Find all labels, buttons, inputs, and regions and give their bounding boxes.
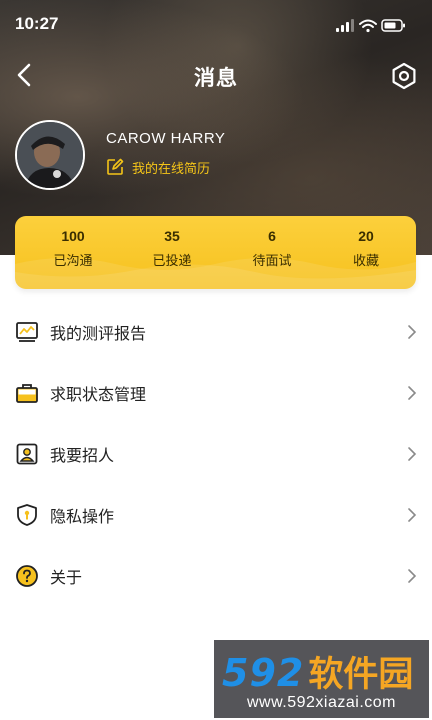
- settings-menu: 我的测评报告 求职状态管理 我要招人 隐私操作 关于: [0, 301, 432, 606]
- menu-item-recruit[interactable]: 我要招人: [0, 423, 432, 484]
- stat-interviews-value: 6: [268, 228, 276, 244]
- stat-favorites-value: 20: [358, 228, 374, 244]
- watermark-number: 592: [222, 651, 305, 695]
- status-indicators: [336, 19, 405, 33]
- chevron-right-icon: [408, 569, 417, 583]
- stat-contacted-label: 已沟通: [53, 254, 93, 269]
- stat-favorites-label: 收藏: [352, 254, 379, 269]
- stat-delivered[interactable]: 35 已投递: [122, 228, 222, 269]
- chevron-right-icon: [408, 325, 417, 339]
- chevron-right-icon: [408, 508, 417, 522]
- shield-icon: [17, 504, 37, 526]
- question-icon: [16, 565, 38, 587]
- online-resume-link[interactable]: 我的在线简历: [106, 157, 306, 177]
- chevron-right-icon: [408, 447, 417, 461]
- status-time: 10:27: [15, 14, 59, 33]
- menu-label: 隐私操作: [50, 507, 115, 526]
- status-bar: 10:27: [0, 0, 432, 46]
- edit-icon: [107, 158, 124, 175]
- watermark-logo: 592 软件园: [222, 646, 413, 697]
- menu-item-privacy[interactable]: 隐私操作: [0, 484, 432, 545]
- menu-item-evaluation-report[interactable]: 我的测评报告: [0, 301, 432, 362]
- page-title: 消息: [194, 66, 238, 90]
- site-watermark: 592 软件园 www.592xiazai.com: [214, 640, 429, 718]
- chevron-right-icon: [408, 386, 417, 400]
- recruit-icon: [16, 443, 38, 465]
- watermark-name: 软件园: [308, 655, 414, 695]
- menu-label: 关于: [50, 568, 83, 587]
- menu-item-about[interactable]: 关于: [0, 545, 432, 606]
- stats-card: 100 已沟通 35 已投递 6 待面试 20 收藏: [15, 216, 416, 289]
- stat-favorites[interactable]: 20 收藏: [316, 228, 416, 269]
- battery-icon: [381, 19, 405, 32]
- briefcase-icon: [16, 384, 38, 403]
- avatar[interactable]: [15, 120, 85, 190]
- avatar-photo: [17, 122, 83, 188]
- settings-gear-icon[interactable]: [390, 62, 418, 90]
- stat-delivered-value: 35: [164, 228, 180, 244]
- nav-bar: 消息: [0, 52, 432, 102]
- menu-label: 求职状态管理: [50, 385, 147, 404]
- watermark-url: www.592xiazai.com: [247, 694, 396, 711]
- stat-contacted-value: 100: [61, 228, 85, 244]
- evaluation-report-icon: [16, 322, 38, 342]
- menu-label: 我的测评报告: [50, 324, 147, 343]
- stat-interviews-label: 待面试: [252, 254, 292, 269]
- stat-interviews[interactable]: 6 待面试: [222, 228, 322, 269]
- cellular-signal-icon: [336, 19, 354, 32]
- user-name: CAROW HARRY: [106, 130, 226, 147]
- stat-contacted[interactable]: 100 已沟通: [23, 228, 123, 269]
- menu-item-job-status[interactable]: 求职状态管理: [0, 362, 432, 423]
- menu-label: 我要招人: [50, 446, 115, 465]
- resume-link-label: 我的在线简历: [132, 161, 211, 177]
- wifi-icon: [359, 19, 377, 33]
- stat-delivered-label: 已投递: [152, 254, 192, 269]
